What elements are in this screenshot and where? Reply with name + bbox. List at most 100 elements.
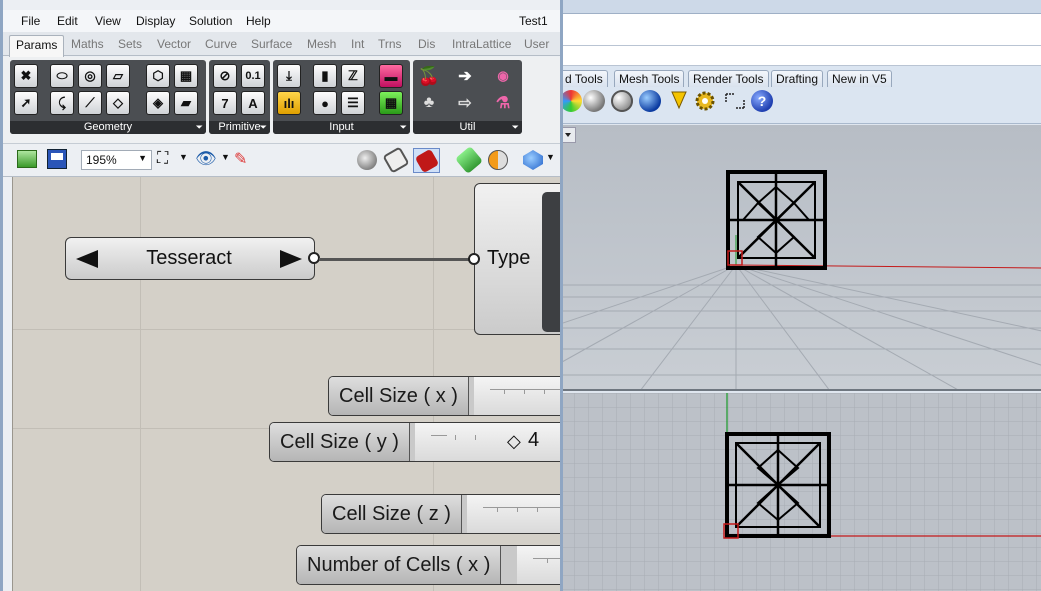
left-arrow-icon[interactable] bbox=[74, 248, 100, 270]
number-of-cells-x-slider[interactable]: Number of Cells ( x ) bbox=[296, 545, 560, 585]
arc-param-icon[interactable]: ⤹ bbox=[50, 91, 74, 115]
jump-icon[interactable]: ➔ bbox=[453, 64, 477, 88]
number-param-icon[interactable]: 0.1 bbox=[241, 64, 265, 88]
tab-maths[interactable]: Maths bbox=[71, 37, 104, 51]
save-file-icon[interactable] bbox=[47, 149, 67, 169]
plane-param-icon[interactable]: ▱ bbox=[106, 64, 130, 88]
surface-param-icon[interactable]: ◈ bbox=[146, 91, 170, 115]
slider-track[interactable] bbox=[517, 546, 560, 584]
zoom-combo[interactable]: 195% ▼ bbox=[81, 150, 152, 170]
tab-dis[interactable]: Dis bbox=[418, 37, 435, 51]
geometry-param-icon[interactable]: ▰ bbox=[174, 91, 198, 115]
line-param-icon[interactable]: ⟋ bbox=[78, 91, 102, 115]
tab-mesh[interactable]: Mesh bbox=[307, 37, 336, 51]
slider-track[interactable]: ◇ 4 bbox=[415, 423, 560, 461]
sketch-pen-icon[interactable]: ✎ bbox=[234, 149, 247, 169]
curve-param-icon[interactable]: ◎ bbox=[78, 64, 102, 88]
tab-intralattice[interactable]: IntraLattice bbox=[452, 37, 511, 51]
preview-selected-button[interactable] bbox=[413, 148, 440, 174]
box-param-icon[interactable]: ✖ bbox=[14, 64, 38, 88]
tab-user[interactable]: User bbox=[524, 37, 549, 51]
panel-input-icon[interactable]: ⤓ bbox=[277, 64, 301, 88]
geometry-panel: ✖ ➚ ⬭ ⤹ ◎ ⟋ ▱ ◇ ⬡ ◈ ▦ ▰ Geometry ⏷ bbox=[10, 60, 206, 134]
rhino-tab-mesh-tools[interactable]: Mesh Tools bbox=[614, 70, 685, 87]
vector-param-icon[interactable]: ➚ bbox=[14, 91, 38, 115]
mesh-settings-icon[interactable] bbox=[523, 150, 543, 170]
slider-grip-diamond-icon[interactable]: ◇ bbox=[507, 431, 521, 452]
slider-track[interactable] bbox=[474, 377, 560, 415]
graph-mapper-icon[interactable]: ılı bbox=[277, 91, 301, 115]
brep-param-icon[interactable]: ⬡ bbox=[146, 64, 170, 88]
gradient-input-icon[interactable]: ℤ bbox=[341, 64, 365, 88]
tab-int[interactable]: Int bbox=[351, 37, 364, 51]
dimension-icon[interactable] bbox=[724, 90, 746, 112]
eye-preview-icon[interactable]: 👁 bbox=[195, 149, 217, 169]
geometry-panel-title[interactable]: Geometry ⏷ bbox=[10, 121, 206, 134]
tab-surface[interactable]: Surface bbox=[251, 37, 292, 51]
menu-file[interactable]: File bbox=[21, 14, 40, 28]
tab-params[interactable]: Params bbox=[9, 35, 65, 57]
cell-size-y-slider[interactable]: Cell Size ( y ) ◇ 4 bbox=[269, 422, 560, 462]
chevron-down-icon[interactable]: ▼ bbox=[179, 152, 188, 162]
util-panel-title[interactable]: Util ⏷ bbox=[413, 121, 522, 134]
matrix-input-icon[interactable]: ▦ bbox=[379, 91, 403, 115]
top-viewport[interactable] bbox=[560, 393, 1041, 591]
slider-track[interactable] bbox=[467, 495, 560, 533]
material-icon[interactable] bbox=[488, 150, 508, 170]
rhino-command-line[interactable] bbox=[560, 46, 1041, 66]
cell-size-x-slider[interactable]: Cell Size ( x ) bbox=[328, 376, 560, 416]
render-sphere-icon[interactable] bbox=[560, 90, 582, 112]
zoom-extents-icon[interactable]: ⛶ bbox=[157, 150, 168, 168]
menu-solution[interactable]: Solution bbox=[189, 14, 232, 28]
chevron-down-icon[interactable]: ▼ bbox=[546, 152, 555, 162]
tab-vector[interactable]: Vector bbox=[157, 37, 191, 51]
flask-icon[interactable]: ⚗ bbox=[491, 91, 515, 115]
value-list-icon[interactable]: ☰ bbox=[341, 91, 365, 115]
integer-param-icon[interactable]: 7 bbox=[213, 91, 237, 115]
light-icon[interactable] bbox=[670, 90, 688, 110]
help-icon[interactable]: ? bbox=[751, 90, 773, 112]
preview-shaded-icon[interactable] bbox=[382, 146, 410, 174]
rhino-tab-tools[interactable]: d Tools bbox=[560, 70, 608, 87]
right-arrow-icon[interactable] bbox=[278, 248, 304, 270]
menu-help[interactable]: Help bbox=[246, 14, 271, 28]
slider-input-icon[interactable]: ▮ bbox=[313, 64, 337, 88]
input-grip[interactable] bbox=[468, 253, 480, 265]
chevron-down-icon[interactable]: ▼ bbox=[221, 152, 230, 162]
circle-param-icon[interactable]: ⬭ bbox=[50, 64, 74, 88]
menu-display[interactable]: Display bbox=[136, 14, 175, 28]
gh-canvas[interactable]: Tesseract Type Cell Size ( x ) Cell Size… bbox=[12, 177, 560, 591]
open-file-icon[interactable] bbox=[17, 150, 37, 168]
bake-icon[interactable] bbox=[454, 145, 484, 175]
tab-sets[interactable]: Sets bbox=[118, 37, 142, 51]
text-param-icon[interactable]: A bbox=[241, 91, 265, 115]
ghosted-sphere-icon[interactable] bbox=[611, 90, 633, 112]
primitive-panel-title[interactable]: Primitive ⏷ bbox=[209, 121, 270, 134]
preview-wire-icon[interactable] bbox=[357, 150, 377, 170]
tree-icon[interactable]: ♣ bbox=[417, 91, 441, 115]
menu-edit[interactable]: Edit bbox=[57, 14, 78, 28]
menu-view[interactable]: View bbox=[95, 14, 121, 28]
rectangle-param-icon[interactable]: ◇ bbox=[106, 91, 130, 115]
boolean-param-icon[interactable]: ⊘ bbox=[213, 64, 237, 88]
type-component[interactable]: Type bbox=[468, 183, 560, 335]
input-panel-title[interactable]: Input ⏷ bbox=[273, 121, 410, 134]
swatch-input-icon[interactable]: ▬ bbox=[379, 64, 403, 88]
tab-trns[interactable]: Trns bbox=[378, 37, 402, 51]
scribble-icon[interactable]: ◉ bbox=[491, 64, 515, 88]
mesh-param-icon[interactable]: ▦ bbox=[174, 64, 198, 88]
cherry-icon[interactable]: 🍒 bbox=[417, 64, 441, 88]
rhino-tab-drafting[interactable]: Drafting bbox=[771, 70, 824, 87]
tab-curve[interactable]: Curve bbox=[205, 37, 237, 51]
cell-size-z-slider[interactable]: Cell Size ( z ) bbox=[321, 494, 560, 534]
value-list-component[interactable]: Tesseract bbox=[65, 237, 320, 280]
shaded-sphere-icon[interactable] bbox=[583, 90, 605, 112]
rhino-tab-new-in-v5[interactable]: New in V5 bbox=[827, 70, 892, 87]
gear-icon[interactable] bbox=[694, 90, 716, 112]
blue-sphere-icon[interactable] bbox=[639, 90, 661, 112]
perspective-viewport[interactable] bbox=[560, 125, 1041, 391]
lattice-top-model bbox=[725, 432, 831, 538]
rhino-tab-render-tools[interactable]: Render Tools bbox=[688, 70, 769, 87]
relay-icon[interactable]: ⇨ bbox=[453, 91, 477, 115]
toggle-input-icon[interactable]: ● bbox=[313, 91, 337, 115]
